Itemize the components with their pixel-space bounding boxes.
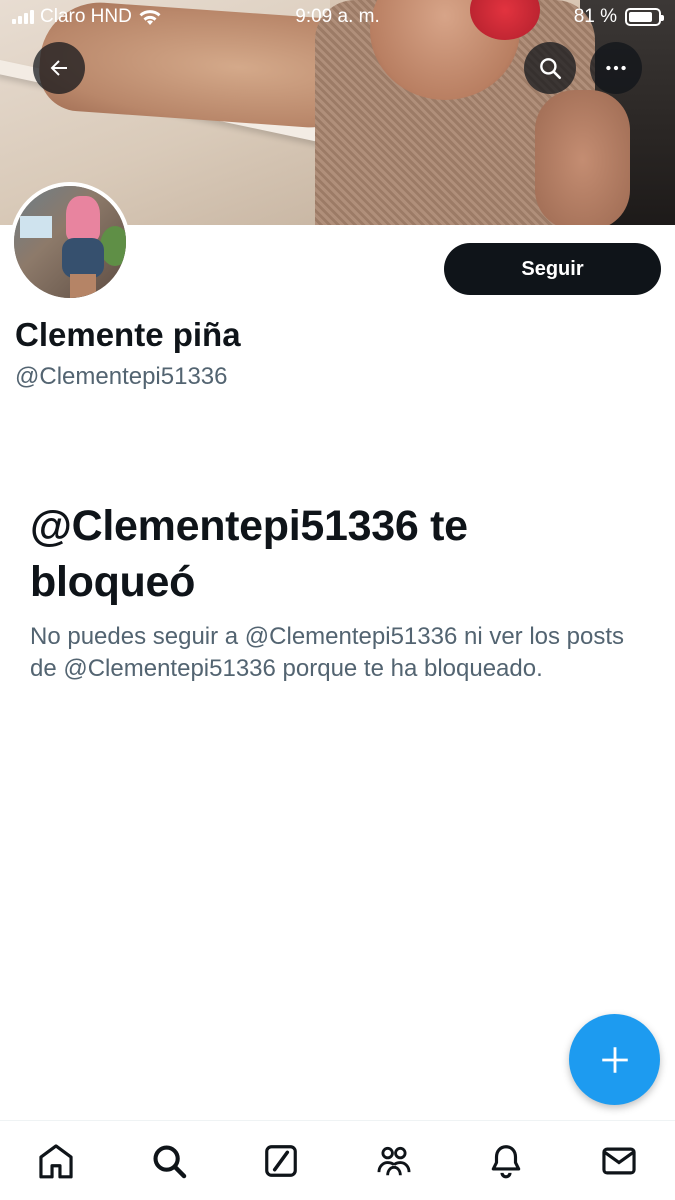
- username-handle: @Clementepi51336: [15, 363, 228, 390]
- search-icon: [540, 58, 562, 80]
- search-icon: [153, 1145, 187, 1179]
- blocked-message: No puedes seguir a @Clementepi51336 ni v…: [30, 623, 625, 682]
- bottom-navigation: [0, 1120, 675, 1200]
- people-icon: [377, 1146, 411, 1176]
- nav-home[interactable]: [0, 1121, 113, 1200]
- nav-messages[interactable]: [563, 1121, 675, 1200]
- avatar[interactable]: [10, 182, 130, 302]
- follow-button[interactable]: Seguir: [444, 243, 661, 295]
- arrow-left-icon: [50, 60, 67, 76]
- plus-icon: [601, 1046, 628, 1073]
- search-button[interactable]: [524, 42, 576, 94]
- compose-post-button[interactable]: [569, 1014, 660, 1105]
- status-bar: Claro HND 9:09 a. m. 81 %: [0, 0, 675, 34]
- grok-icon: [265, 1145, 298, 1177]
- more-horizontal-icon: [606, 65, 626, 71]
- display-name: Clemente piña: [15, 316, 241, 353]
- nav-notifications[interactable]: [450, 1121, 563, 1200]
- blocked-title: @Clementepi51336 te bloqueó: [30, 502, 468, 606]
- mail-icon: [602, 1147, 636, 1175]
- bell-icon: [492, 1145, 521, 1179]
- more-options-button[interactable]: [590, 42, 642, 94]
- nav-search[interactable]: [113, 1121, 226, 1200]
- home-icon: [39, 1144, 73, 1179]
- nav-grok[interactable]: [225, 1121, 338, 1200]
- battery-percent: 81 %: [573, 6, 617, 27]
- battery-icon: [625, 8, 664, 26]
- nav-communities[interactable]: [338, 1121, 451, 1200]
- back-button[interactable]: [33, 42, 85, 94]
